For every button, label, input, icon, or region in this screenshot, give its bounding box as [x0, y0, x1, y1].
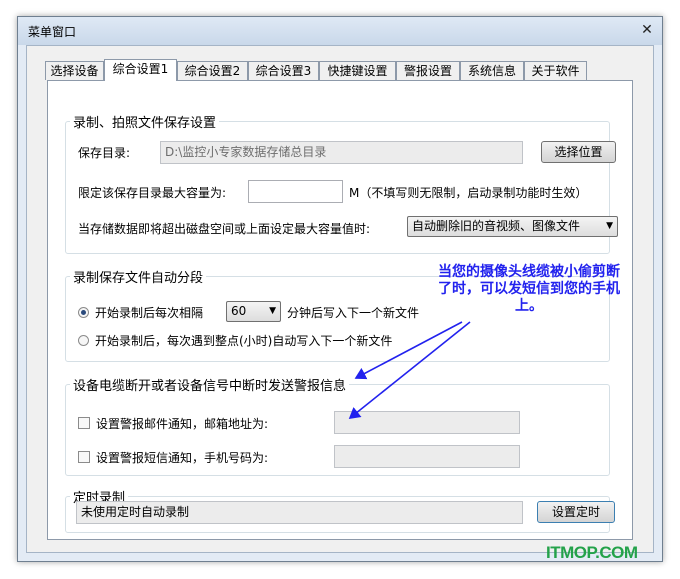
tab-general-settings-1[interactable]: 综合设置1: [104, 59, 177, 81]
annotation-arrows: [348, 321, 471, 419]
arrow-to-alarm-title: [354, 321, 463, 380]
arrow-to-email-field: [348, 321, 471, 419]
watermark-logo: ITMOP.COM: [546, 543, 638, 562]
